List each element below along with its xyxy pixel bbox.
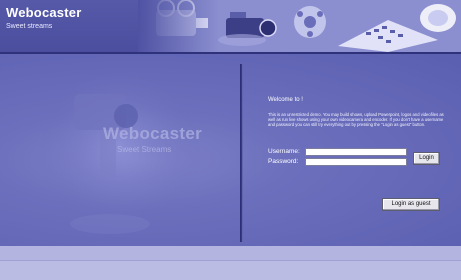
video-camera-icon <box>40 74 200 234</box>
login-form: Welcome to ! This is an unrestricted dem… <box>268 96 448 211</box>
login-button[interactable]: Login <box>413 152 440 165</box>
intro-text: This is an unrestricted demo. You may bu… <box>268 112 444 128</box>
password-label: Password: <box>268 158 299 165</box>
footer <box>0 261 461 280</box>
brand-title: Webocaster <box>6 5 82 20</box>
footer-band <box>0 246 461 260</box>
watermark-subtitle: Sweet Streams <box>117 145 172 154</box>
username-input[interactable] <box>305 148 407 156</box>
vertical-divider <box>240 64 243 242</box>
welcome-heading: Welcome to ! <box>268 97 303 103</box>
brand-tagline: Sweet streams <box>6 23 53 30</box>
login-as-guest-button[interactable]: Login as guest <box>382 198 440 211</box>
header-collage <box>138 0 461 52</box>
password-input[interactable] <box>305 158 407 166</box>
brand: Webocaster Sweet streams <box>6 6 81 31</box>
watermark-title: Webocaster <box>103 124 203 143</box>
header-bar: Webocaster Sweet streams <box>0 0 461 52</box>
username-label: Username: <box>268 148 300 155</box>
main-panel: Webocaster Sweet Streams Welcome to ! Th… <box>0 54 461 246</box>
